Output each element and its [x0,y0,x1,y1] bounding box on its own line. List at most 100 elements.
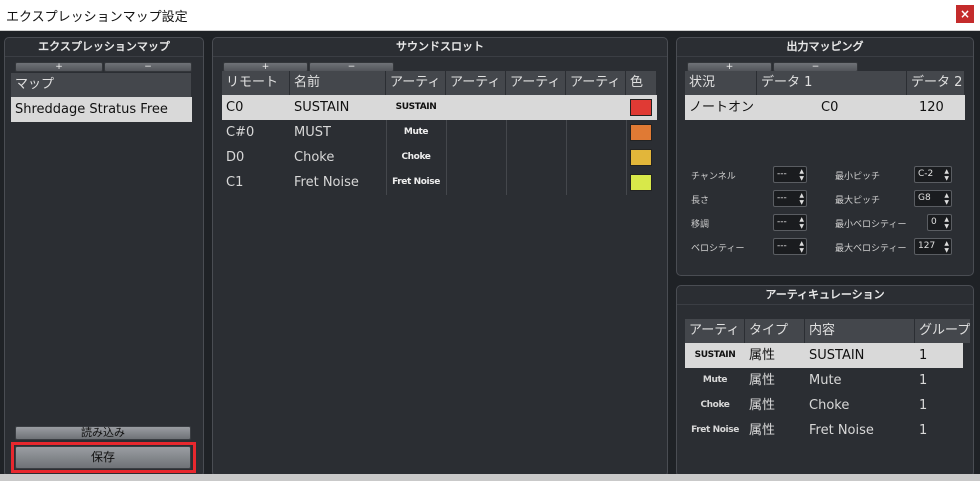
output-table-header: 状況 データ 1 データ 2 [685,71,965,95]
sound-slot-title: サウンドスロット [213,38,667,57]
output-status: ノートオン [689,100,755,115]
output-row[interactable]: ノートオン C0 120 [685,95,965,120]
min-velocity-label: 最小ベロシティー [835,220,907,230]
articulation-type: 属性 [749,348,776,363]
min-pitch-spinner[interactable]: C-2 ▲ ▼ [914,166,952,183]
channel-spinner[interactable]: --- ▲ ▼ [773,166,807,183]
map-list-header: マップ [11,73,192,97]
articulation-group: 1 [919,373,928,388]
articulation-desc: Fret Noise [809,423,874,438]
spinner-arrows-icon[interactable]: ▲ ▼ [944,240,949,254]
min-velocity-spinner[interactable]: 0 ▲ ▼ [927,214,952,231]
add-map-button[interactable]: + [15,62,103,72]
column-art: アーティ [685,319,745,343]
articulation-table-header: アーティ タイプ 内容 グループ [685,319,971,343]
max-velocity-label: 最大ベロシティー [835,244,907,254]
max-velocity-spinner[interactable]: 127 ▲ ▼ [914,238,952,255]
slot-row[interactable]: C0 SUSTAIN SUSTAIN [222,95,657,120]
articulation-row[interactable]: Fret Noise 属性 Fret Noise 1 [685,418,963,443]
slot-art1: Fret Noise [392,177,440,187]
column-type: タイプ [745,319,805,343]
output-mapping-title: 出力マッピング [677,38,973,57]
slot-remote: C#0 [226,125,255,140]
velocity-label: ベロシティー [691,244,745,254]
spinner-arrows-icon[interactable]: ▲ ▼ [799,216,804,230]
transpose-spinner[interactable]: --- ▲ ▼ [773,214,807,231]
window-bottom-edge [0,474,980,481]
column-art3: アーティ 3 [506,71,566,95]
articulation-type: 属性 [749,423,776,438]
length-label: 長さ [691,196,710,206]
map-name: Shreddage Stratus Free [15,102,168,117]
output-data1: C0 [821,100,839,115]
expression-map-panel: エクスプレッションマップ + − マップ Shreddage Stratus F… [4,37,204,477]
articulation-row[interactable]: Mute 属性 Mute 1 [685,368,963,393]
slot-row[interactable]: D0 Choke Choke [222,145,657,170]
articulation-group: 1 [919,398,928,413]
slot-color-swatch[interactable] [630,99,652,116]
articulation-row[interactable]: SUSTAIN 属性 SUSTAIN 1 [685,343,963,368]
max-pitch-label: 最大ピッチ [835,196,881,206]
output-mapping-panel: 出力マッピング + − 状況 データ 1 データ 2 ノートオン C0 120 … [676,37,974,276]
spinner-arrows-icon[interactable]: ▲ ▼ [799,240,804,254]
spinner-arrows-icon[interactable]: ▲ ▼ [944,192,949,206]
load-button[interactable]: 読み込み [15,426,191,440]
column-art4: アーティ 4 [566,71,626,95]
slot-name: Choke [294,150,335,165]
velocity-spinner[interactable]: --- ▲ ▼ [773,238,807,255]
articulation-art: Fret Noise [691,425,739,435]
remove-map-button[interactable]: − [104,62,192,72]
slot-remote: D0 [226,150,245,165]
articulation-desc: Mute [809,373,842,388]
slot-remote: C1 [226,175,244,190]
articulation-art: Mute [702,375,728,385]
slot-row[interactable]: C#0 MUST Mute [222,120,657,145]
column-data1: データ 1 [757,71,907,95]
articulation-title: アーティキュレーション [677,286,973,305]
column-art1: アーティ 1 [386,71,446,95]
transpose-label: 移調 [691,220,710,230]
column-status: 状況 [685,71,757,95]
articulation-panel: アーティキュレーション アーティ タイプ 内容 グループ SUSTAIN 属性 … [676,285,974,477]
column-art2: アーティ 2 [446,71,506,95]
output-data2: 120 [919,100,944,115]
slot-row[interactable]: C1 Fret Noise Fret Noise [222,170,657,195]
min-pitch-label: 最小ピッチ [835,172,881,182]
close-button[interactable]: × [956,5,974,23]
spinner-arrows-icon[interactable]: ▲ ▼ [799,168,804,182]
articulation-group: 1 [919,423,928,438]
map-list-item[interactable]: Shreddage Stratus Free [11,97,192,122]
slot-name: SUSTAIN [294,100,350,115]
slot-art1: Choke [401,152,431,162]
column-color: 色 [626,71,657,95]
articulation-desc: SUSTAIN [809,348,865,363]
spinner-arrows-icon[interactable]: ▲ ▼ [799,192,804,206]
column-map: マップ [11,73,192,97]
slot-art1: SUSTAIN [395,102,437,112]
main-area: エクスプレッションマップ + − マップ Shreddage Stratus F… [0,31,980,481]
title-bar: エクスプレッションマップ設定 × [0,0,980,31]
save-highlight [11,442,196,473]
channel-label: チャンネル [691,172,736,182]
column-desc: 内容 [805,319,915,343]
articulation-art: SUSTAIN [694,350,736,360]
slot-art1: Mute [403,127,429,137]
spinner-arrows-icon[interactable]: ▲ ▼ [944,168,949,182]
slot-table-header: リモート 名前 アーティ 1 アーティ 2 アーティ 3 アーティ 4 色 [222,71,657,95]
articulation-desc: Choke [809,398,850,413]
slot-name: Fret Noise [294,175,359,190]
slot-color-swatch[interactable] [630,124,652,141]
column-name: 名前 [290,71,386,95]
window-title: エクスプレッションマップ設定 [6,10,188,25]
length-spinner[interactable]: --- ▲ ▼ [773,190,807,207]
slot-color-swatch[interactable] [630,149,652,166]
sound-slot-panel: サウンドスロット + − リモート 名前 アーティ 1 アーティ 2 アーティ … [212,37,668,477]
articulation-type: 属性 [749,373,776,388]
max-pitch-spinner[interactable]: G8 ▲ ▼ [914,190,952,207]
slot-color-swatch[interactable] [630,174,652,191]
articulation-art: Choke [700,400,730,410]
articulation-group: 1 [919,348,928,363]
spinner-arrows-icon[interactable]: ▲ ▼ [944,216,949,230]
column-remote: リモート [222,71,290,95]
articulation-row[interactable]: Choke 属性 Choke 1 [685,393,963,418]
